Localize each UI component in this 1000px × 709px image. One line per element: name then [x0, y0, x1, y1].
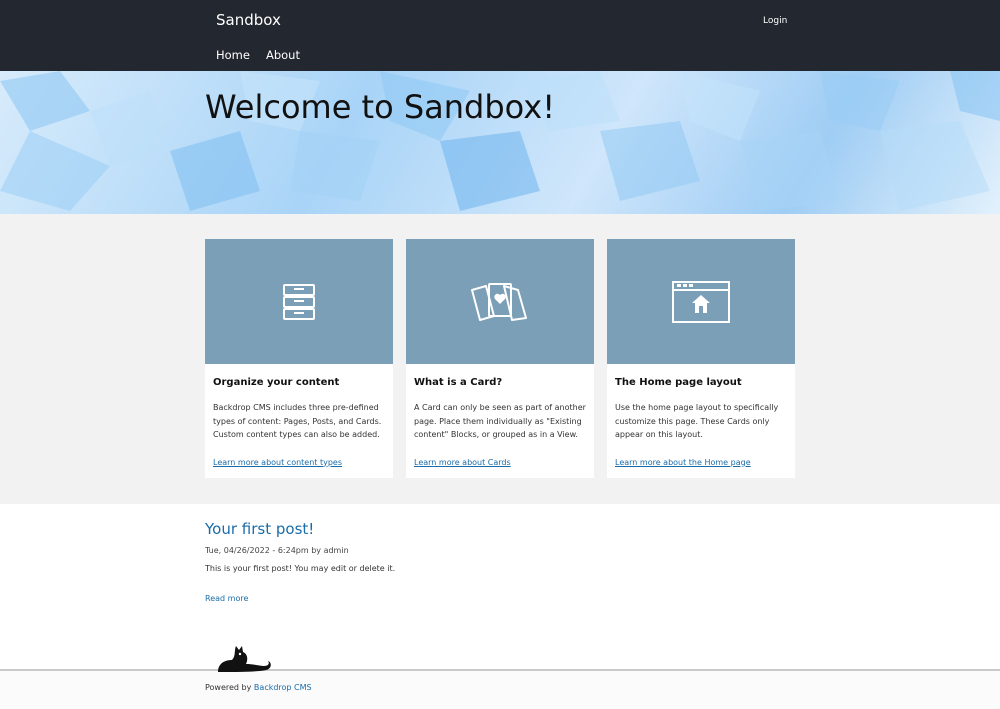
site-name-link[interactable]: Sandbox	[216, 11, 281, 29]
backdrop-cms-link[interactable]: Backdrop CMS	[254, 683, 312, 692]
post-meta: Tue, 04/26/2022 - 6:24pm by admin	[205, 546, 349, 555]
home-layout-icon	[672, 280, 730, 323]
card-title: Organize your content	[213, 377, 340, 388]
post-title-link[interactable]: Your first post!	[205, 520, 314, 538]
card-image	[607, 239, 795, 364]
card-text: A Card can only be seen as part of anoth…	[414, 403, 586, 439]
card-text: Backdrop CMS includes three pre-defined …	[213, 403, 382, 439]
card-link[interactable]: Learn more about the Home page	[615, 458, 751, 467]
powered-by-prefix: Powered by	[205, 683, 254, 692]
cards-section: Organize your content Backdrop CMS inclu…	[0, 214, 1000, 504]
page-title: Welcome to Sandbox!	[205, 88, 556, 126]
login-link[interactable]: Login	[763, 16, 787, 26]
nav-item-about[interactable]: About	[266, 48, 300, 62]
card-title: What is a Card?	[414, 377, 503, 388]
card-title: The Home page layout	[615, 377, 742, 388]
card-organize-content: Organize your content Backdrop CMS inclu…	[205, 239, 393, 478]
powered-by: Powered by Backdrop CMS	[205, 683, 312, 692]
card-home-page-layout: The Home page layout Use the home page l…	[607, 239, 795, 478]
card-what-is-card: What is a Card? A Card can only be seen …	[406, 239, 594, 478]
nav-item-home[interactable]: Home	[216, 48, 250, 62]
cards-icon	[471, 282, 527, 321]
card-link[interactable]: Learn more about Cards	[414, 458, 511, 467]
card-image	[205, 239, 393, 364]
site-footer	[0, 669, 1000, 709]
read-more-link[interactable]: Read more	[205, 594, 248, 603]
hero-banner: Welcome to Sandbox!	[0, 71, 1000, 214]
card-image	[406, 239, 594, 364]
backdrop-logo-icon[interactable]	[214, 642, 274, 674]
card-link[interactable]: Learn more about content types	[213, 458, 342, 467]
post-body: This is your first post! You may edit or…	[205, 564, 396, 573]
card-text: Use the home page layout to specifically…	[615, 403, 779, 439]
site-header: Sandbox Login Home About	[0, 0, 1000, 71]
main-nav: Home About	[216, 48, 300, 62]
file-cabinet-icon	[283, 283, 315, 320]
